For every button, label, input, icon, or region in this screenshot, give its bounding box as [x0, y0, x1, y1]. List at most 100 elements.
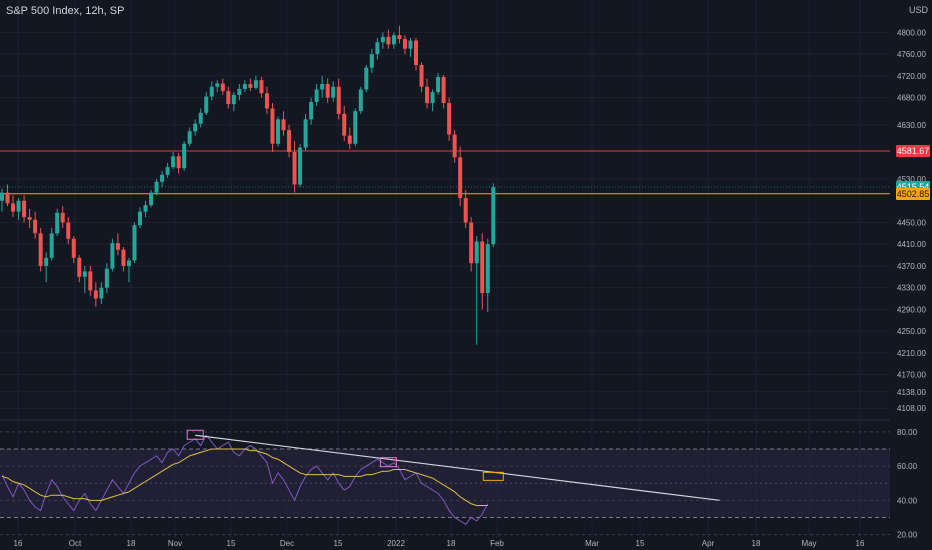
candle-body: [325, 84, 330, 98]
price-tick-label: 4450.00: [897, 219, 926, 228]
candle-body: [182, 143, 187, 169]
candle-body: [441, 76, 446, 104]
candle-body: [126, 260, 131, 266]
candle-body: [397, 35, 402, 39]
time-tick-label: Feb: [490, 539, 504, 548]
candle-body: [380, 36, 385, 43]
candle-body: [132, 225, 137, 261]
rsi-tick-label: 40.00: [897, 496, 918, 505]
currency-label[interactable]: USD: [909, 5, 928, 15]
price-tick-label: 4680.00: [897, 94, 926, 103]
rsi-tick-label: 20.00: [897, 531, 918, 540]
price-tick-label: 4290.00: [897, 305, 926, 314]
candle-body: [342, 113, 347, 136]
time-tick-label: Dec: [280, 539, 294, 548]
time-tick-label: Nov: [168, 539, 182, 548]
candle-body: [44, 257, 49, 266]
candle-body: [248, 84, 253, 88]
candle-body: [253, 80, 258, 88]
rsi-tick-label: 80.00: [897, 428, 918, 437]
candle-body: [298, 147, 303, 185]
candle-body: [38, 233, 43, 266]
candle-body: [353, 111, 358, 144]
support-price-tag: 4502.85: [896, 187, 930, 200]
candle-body: [264, 93, 269, 109]
candle-body: [231, 94, 236, 105]
candle-body: [303, 119, 308, 148]
price-tick-label: 4370.00: [897, 262, 926, 271]
candle-body: [22, 200, 27, 218]
price-tick-label: 4410.00: [897, 240, 926, 249]
candle-body: [33, 219, 38, 234]
candle-body: [358, 89, 363, 112]
candle-body: [425, 86, 430, 104]
candle-body: [49, 233, 54, 258]
candle-body: [115, 243, 120, 250]
candle-body: [99, 287, 104, 299]
candle-body: [242, 84, 247, 89]
time-tick-label: Oct: [69, 539, 82, 548]
price-axis[interactable]: 4800.004760.004720.004680.004630.004581.…: [897, 28, 926, 539]
price-tick-label: 4330.00: [897, 284, 926, 293]
candle-body: [287, 130, 292, 152]
candle-body: [292, 151, 297, 185]
price-tick-label: 4210.00: [897, 349, 926, 358]
candle-body: [138, 211, 142, 226]
time-axis[interactable]: 16 Oct 18 Nov 15 Dec 15 2022 18 Feb Mar 15 Apr 18 May 1…: [14, 539, 865, 548]
resistance-price-tag: 4581.67: [896, 145, 930, 157]
time-tick-label: 15: [227, 539, 236, 548]
candle-body: [16, 200, 21, 212]
candle-body: [485, 244, 490, 294]
candle-body: [27, 217, 32, 220]
candle-body: [458, 157, 463, 199]
chart-title[interactable]: S&P 500 Index, 12h, SP: [6, 5, 124, 17]
candle-body: [314, 89, 319, 102]
price-tick-label: 4800.00: [897, 28, 926, 37]
candle-body: [336, 86, 341, 114]
candle-body: [204, 96, 209, 113]
candle-body: [187, 131, 192, 144]
candle-body: [281, 119, 286, 131]
time-tick-label: 18: [447, 539, 456, 548]
candle-body: [66, 222, 71, 239]
candle-body: [391, 35, 396, 45]
time-tick-label: 16: [14, 539, 23, 548]
price-tick-label: 4108.00: [897, 404, 926, 413]
candle-body: [430, 92, 435, 104]
time-tick-label: 15: [636, 539, 645, 548]
candle-body: [491, 187, 496, 245]
price-tick-label: 4720.00: [897, 72, 926, 81]
time-tick-label: 16: [856, 539, 865, 548]
candle-body: [0, 192, 4, 201]
candle-body: [121, 249, 126, 266]
candle-body: [198, 112, 203, 124]
price-tick-label: 4760.00: [897, 50, 926, 59]
candle-body: [171, 156, 176, 168]
candle-body: [193, 123, 198, 132]
candle-body: [364, 67, 369, 90]
candle-body: [419, 65, 424, 87]
candle-body: [110, 243, 115, 269]
candle-body: [220, 83, 225, 92]
candle-body: [402, 38, 407, 49]
chart-canvas: 4800.004760.004720.004680.004630.004581.…: [0, 0, 926, 548]
candle-body: [369, 54, 374, 68]
candle-body: [11, 203, 16, 212]
price-tick-label: 4170.00: [897, 371, 926, 380]
candle-body: [154, 181, 159, 193]
price-tick-label: 4138.00: [897, 388, 926, 397]
candle-body: [176, 156, 181, 169]
candle-body: [469, 222, 474, 264]
candle-body: [331, 86, 336, 98]
candle-body: [408, 40, 413, 49]
candle-body: [160, 174, 165, 182]
candle-body: [104, 268, 109, 288]
candle-body: [480, 241, 485, 294]
candle-body: [5, 192, 10, 204]
candle-body: [71, 238, 76, 258]
candlestick-series: [0, 25, 496, 345]
candle-body: [375, 42, 380, 55]
candle-body: [60, 212, 65, 223]
candle-body: [82, 271, 87, 277]
candle-body: [55, 212, 60, 234]
